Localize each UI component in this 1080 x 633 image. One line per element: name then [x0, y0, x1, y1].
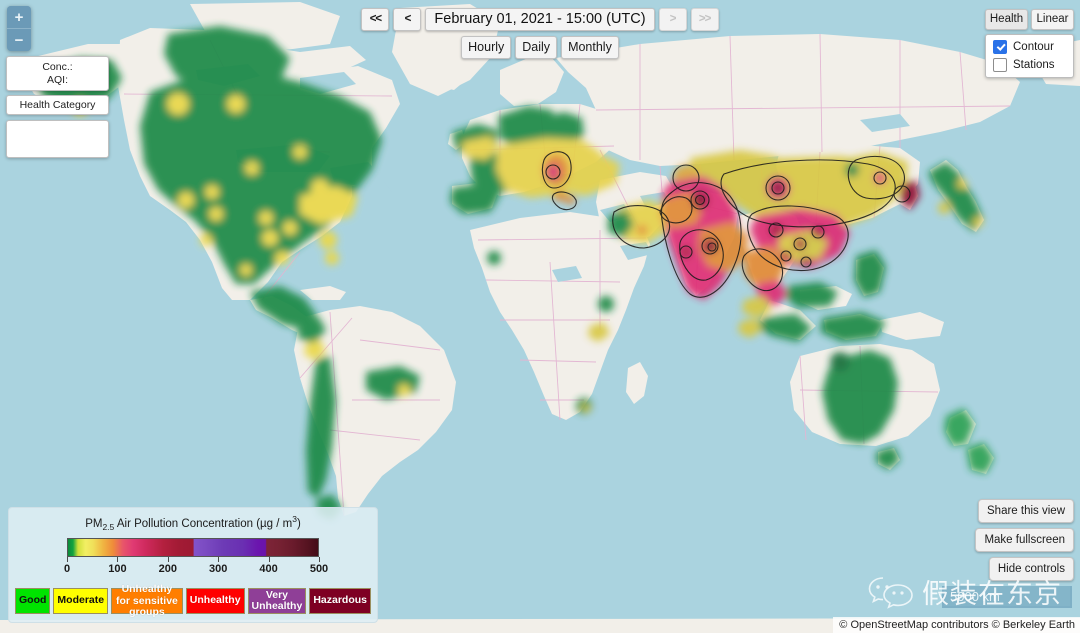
legend-tick-400: [268, 557, 270, 562]
period-selector: Hourly Daily Monthly: [461, 36, 619, 59]
legend-tick-marks: [67, 557, 320, 562]
air-quality-map-app: + − Conc.: AQI: Health Category << < Feb…: [0, 0, 1080, 633]
legend-tick-label-100: 100: [108, 563, 127, 575]
contour-label: Contour: [1013, 41, 1054, 53]
hide-controls-button[interactable]: Hide controls: [988, 557, 1074, 581]
readout-panel: Conc.: AQI: Health Category: [6, 56, 109, 158]
health-category-hazardous[interactable]: Hazardous: [309, 588, 371, 614]
layer-checkbox-list: Contour Stations: [985, 34, 1074, 78]
mode-linear-button[interactable]: Linear: [1031, 9, 1074, 30]
detail-info-box: [6, 120, 109, 158]
legend-tick-label-500: 500: [309, 563, 329, 575]
share-view-button[interactable]: Share this view: [978, 499, 1074, 523]
legend-gradient-wrap: 0 100 200 300 400 500: [63, 538, 328, 577]
make-fullscreen-button[interactable]: Make fullscreen: [975, 528, 1074, 552]
last-step-button[interactable]: >>: [690, 8, 719, 31]
contour-checkbox-icon[interactable]: [993, 40, 1007, 54]
health-category-very-unhealthy[interactable]: Very Unhealthy: [247, 588, 307, 614]
legend-title-sub: 2.5: [102, 522, 115, 532]
health-category-row: Good Moderate Unhealthy for sensitive grou…: [15, 584, 371, 617]
health-category-unhealthy-for-sensitive-groups[interactable]: Unhealthy for sensitive groups: [111, 584, 183, 617]
legend-tick-200: [167, 557, 169, 562]
zoom-out-button[interactable]: −: [7, 29, 31, 51]
stations-label: Stations: [1013, 59, 1055, 71]
legend-tick-100: [117, 557, 119, 562]
view-action-buttons: Share this view Make fullscreen Hide con…: [975, 499, 1074, 581]
layer-control-panel: Health Linear Contour Stations: [985, 9, 1074, 78]
legend-tick-label-400: 400: [259, 563, 278, 575]
prev-step-button[interactable]: <: [393, 8, 422, 31]
legend-gradient-bar: [67, 538, 319, 557]
period-hourly-button[interactable]: Hourly: [461, 36, 512, 59]
next-step-button[interactable]: >: [658, 8, 687, 31]
date-display[interactable]: February 01, 2021 - 15:00 (UTC): [425, 8, 655, 31]
aqi-label: AQI:: [46, 74, 68, 86]
legend-tick-0: [67, 557, 68, 562]
time-row: << < February 01, 2021 - 15:00 (UTC) > >…: [361, 8, 719, 31]
conc-label: Conc.:: [42, 61, 73, 73]
health-category-good[interactable]: Good: [15, 588, 51, 614]
mode-health-button[interactable]: Health: [985, 9, 1028, 30]
health-category-unhealthy[interactable]: Unhealthy: [185, 588, 245, 614]
legend-title-prefix: PM: [85, 517, 103, 530]
health-category-box: Health Category: [6, 95, 109, 115]
scale-label: 5000 km: [950, 588, 1000, 604]
checkbox-row-stations[interactable]: Stations: [986, 56, 1073, 74]
legend-tick-label-200: 200: [158, 563, 177, 575]
legend-tick-500: [319, 557, 320, 562]
legend-tick-label-300: 300: [209, 563, 228, 575]
legend-panel: PM2.5 Air Pollution Concentration (µg / …: [8, 506, 378, 623]
scale-mode-row: Health Linear: [985, 9, 1074, 30]
concentration-readout-box: Conc.: AQI:: [6, 56, 109, 91]
period-monthly-button[interactable]: Monthly: [561, 36, 619, 59]
legend-tick-label-0: 0: [63, 563, 71, 575]
first-step-button[interactable]: <<: [361, 8, 390, 31]
zoom-in-button[interactable]: +: [7, 6, 31, 29]
legend-title-mid: Air Pollution Concentration (µg / m: [114, 517, 293, 530]
legend-tick-labels: 0 100 200 300 400 500: [63, 563, 328, 577]
legend-title: PM2.5 Air Pollution Concentration (µg / …: [9, 514, 377, 532]
scale-bar: 5000 km: [942, 586, 1072, 608]
map-attribution[interactable]: © OpenStreetMap contributors © Berkeley …: [833, 617, 1080, 633]
legend-title-suffix: ): [296, 517, 301, 530]
stations-checkbox-icon[interactable]: [993, 58, 1007, 72]
checkbox-row-contour[interactable]: Contour: [986, 38, 1073, 56]
legend-tick-300: [218, 557, 220, 562]
zoom-control[interactable]: + −: [7, 6, 31, 51]
health-category-moderate[interactable]: Moderate: [53, 588, 109, 614]
period-daily-button[interactable]: Daily: [515, 36, 558, 59]
